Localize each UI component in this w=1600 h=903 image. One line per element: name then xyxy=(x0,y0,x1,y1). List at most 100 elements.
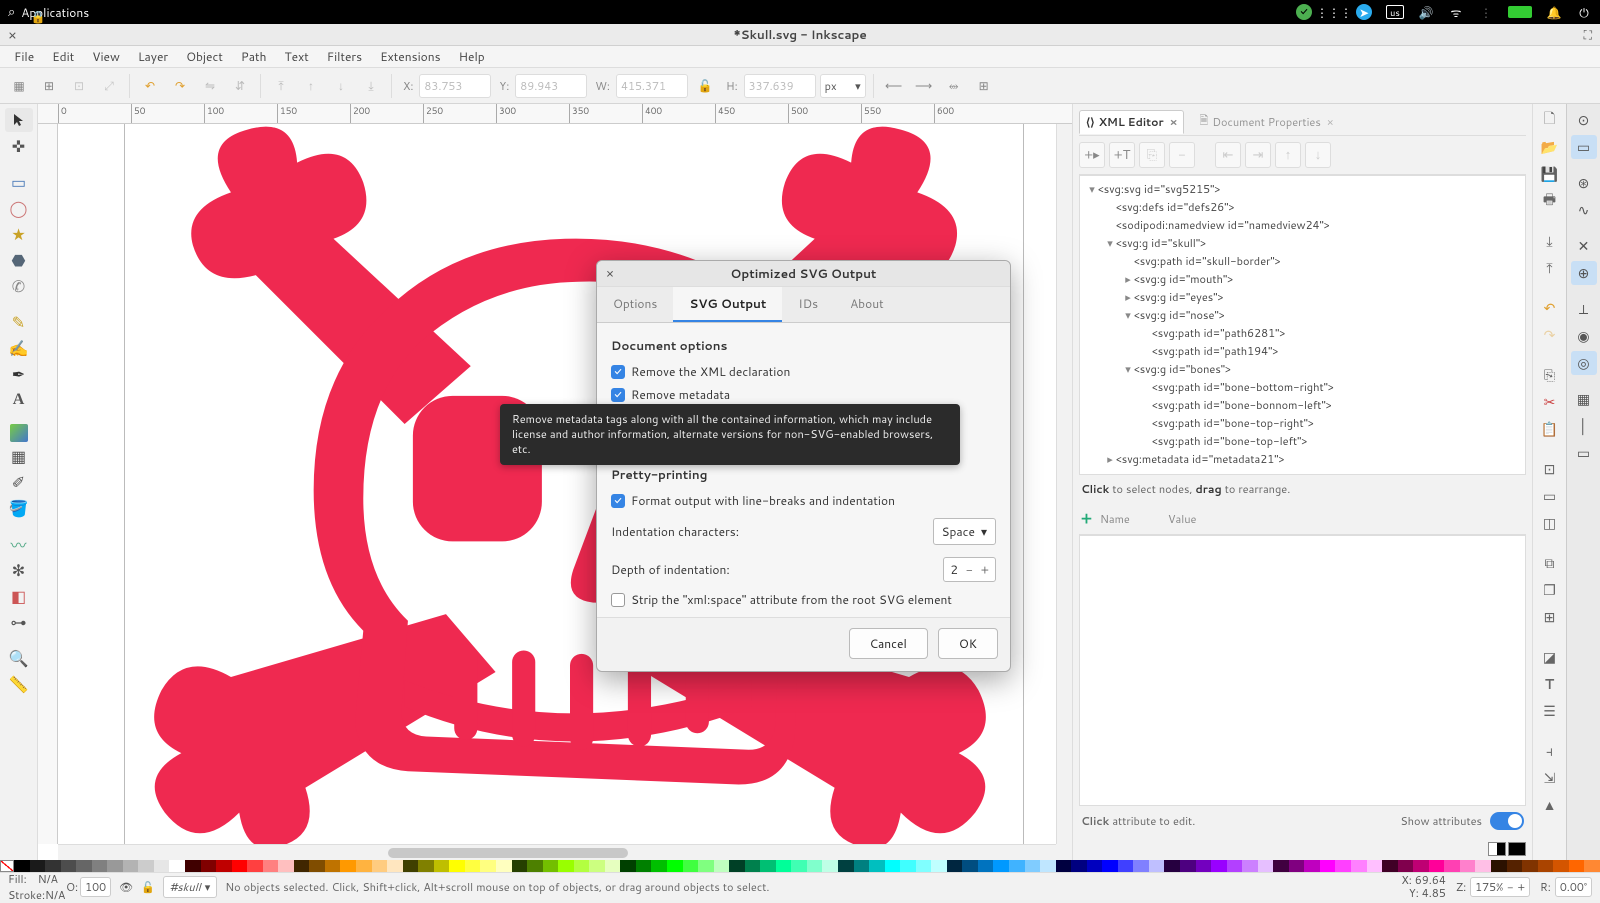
move-down-button[interactable]: ↓ xyxy=(1305,142,1331,168)
zoom-page-icon[interactable]: ▭ xyxy=(1537,484,1563,508)
color-swatch[interactable] xyxy=(1475,860,1491,872)
cancel-button[interactable]: Cancel xyxy=(849,628,928,659)
tab-document-properties[interactable]: 🗎 Document Properties × xyxy=(1192,108,1340,135)
lock-aspect-icon[interactable]: 🔓 xyxy=(692,73,718,99)
color-swatch[interactable] xyxy=(1351,860,1367,872)
tab-xml-editor[interactable]: ⟨⟩ XML Editor × xyxy=(1079,110,1184,134)
color-swatch[interactable] xyxy=(1382,860,1398,872)
color-swatch[interactable] xyxy=(1507,860,1523,872)
color-swatch[interactable] xyxy=(745,860,761,872)
mesh-tool[interactable]: ▦ xyxy=(5,444,33,468)
affect-1-icon[interactable]: ⟵ xyxy=(881,73,907,99)
color-swatch[interactable] xyxy=(1460,860,1476,872)
remove-xml-checkbox[interactable] xyxy=(611,365,625,379)
xml-node-row[interactable]: <svg:path id="bone-bottom-right"> xyxy=(1080,378,1525,396)
unit-select[interactable]: px▾ xyxy=(820,74,866,98)
unindent-node-button[interactable]: ⇤ xyxy=(1215,142,1241,168)
dropper-tool[interactable]: ✐ xyxy=(5,470,33,494)
calligraphy-tool[interactable]: ✒ xyxy=(5,362,33,386)
color-swatch[interactable] xyxy=(340,860,356,872)
color-swatch[interactable] xyxy=(1444,860,1460,872)
window-maximize-button[interactable]: ⛶ xyxy=(1576,26,1600,43)
affect-3-icon[interactable]: ⥈ xyxy=(941,73,967,99)
tree-arrow-icon[interactable]: ▾ xyxy=(1086,181,1098,197)
rotation-input[interactable]: 0.00° xyxy=(1555,877,1592,897)
color-swatch[interactable] xyxy=(465,860,481,872)
tree-arrow-icon[interactable]: ▸ xyxy=(1122,271,1134,287)
indentation-chars-select[interactable]: Space▾ xyxy=(933,518,997,545)
color-swatch[interactable] xyxy=(683,860,699,872)
color-swatch[interactable] xyxy=(1413,860,1429,872)
snap-page-icon[interactable]: ▭ xyxy=(1571,441,1597,465)
color-swatch[interactable] xyxy=(403,860,419,872)
color-swatch[interactable] xyxy=(480,860,496,872)
color-swatch[interactable] xyxy=(325,860,341,872)
star-tool[interactable]: ★ xyxy=(5,222,33,246)
view-full-icon[interactable] xyxy=(1508,842,1526,856)
xml-node-row[interactable]: <svg:path id="path194"> xyxy=(1080,342,1525,360)
color-swatch[interactable] xyxy=(916,860,932,872)
color-swatch[interactable] xyxy=(169,860,185,872)
color-swatch[interactable] xyxy=(263,860,279,872)
pencil-tool[interactable]: ✎ xyxy=(5,310,33,334)
color-swatch[interactable] xyxy=(1056,860,1072,872)
color-swatch[interactable] xyxy=(1367,860,1383,872)
raise-icon[interactable]: ↑ xyxy=(298,73,324,99)
xml-tree[interactable]: ▾<svg:svg id="svg5215"><svg:defs id="def… xyxy=(1079,175,1526,475)
volume-icon[interactable]: 🔊 xyxy=(1418,4,1434,20)
measure-tool[interactable]: 📏 xyxy=(5,672,33,696)
color-swatch[interactable] xyxy=(449,860,465,872)
color-swatch[interactable] xyxy=(931,860,947,872)
close-icon[interactable]: × xyxy=(1327,114,1334,130)
color-swatch[interactable] xyxy=(574,860,590,872)
tab-options[interactable]: Options xyxy=(597,287,673,322)
strip-xmlspace-checkbox[interactable] xyxy=(611,593,625,607)
xml-node-row[interactable]: ▾<svg:svg id="svg5215"> xyxy=(1080,180,1525,198)
color-swatch[interactable] xyxy=(201,860,217,872)
eraser-tool[interactable]: ◧ xyxy=(5,584,33,608)
open-icon[interactable]: 📂 xyxy=(1537,135,1563,159)
color-swatch[interactable] xyxy=(589,860,605,872)
show-attributes-toggle[interactable] xyxy=(1490,812,1524,830)
color-swatch[interactable] xyxy=(760,860,776,872)
tab-ids[interactable]: IDs xyxy=(782,287,834,322)
menu-extensions[interactable]: Extensions xyxy=(372,46,449,67)
menu-edit[interactable]: Edit xyxy=(44,46,82,67)
color-swatch[interactable] xyxy=(962,860,978,872)
menu-filters[interactable]: Filters xyxy=(319,46,370,67)
prop-up-icon[interactable]: ▲ xyxy=(1537,793,1563,817)
grid-icon[interactable]: ⋮⋮⋮ xyxy=(1326,4,1342,20)
redo-icon[interactable]: ↷ xyxy=(1537,323,1563,347)
tree-arrow-icon[interactable]: ▾ xyxy=(1122,361,1134,377)
color-swatch[interactable] xyxy=(1118,860,1134,872)
lower-icon[interactable]: ↓ xyxy=(328,73,354,99)
attribute-list[interactable] xyxy=(1079,535,1526,806)
color-swatch[interactable] xyxy=(1009,860,1025,872)
color-swatch[interactable] xyxy=(636,860,652,872)
group-icon[interactable]: ⊞ xyxy=(1537,605,1563,629)
toolbar-btn-3[interactable]: ⊡ xyxy=(66,73,92,99)
xml-node-row[interactable]: ▾<svg:g id="nose"> xyxy=(1080,306,1525,324)
color-swatch[interactable] xyxy=(278,860,294,872)
color-swatch[interactable] xyxy=(651,860,667,872)
menu-view[interactable]: View xyxy=(84,46,128,67)
spiral-tool[interactable]: ✆ xyxy=(5,274,33,298)
connector-tool[interactable]: ⊶ xyxy=(5,610,33,634)
xml-node-row[interactable]: <svg:path id="skull-border"> xyxy=(1080,252,1525,270)
snap-enable-icon[interactable]: ⊙ xyxy=(1571,108,1597,132)
fill-stroke-icon[interactable]: ◪ xyxy=(1537,645,1563,669)
xml-node-row[interactable]: <svg:path id="bone-bonnom-left"> xyxy=(1080,396,1525,414)
text-props-icon[interactable]: T xyxy=(1537,672,1563,696)
menu-path[interactable]: Path xyxy=(233,46,275,67)
color-swatch[interactable] xyxy=(294,860,310,872)
toolbar-btn-1[interactable]: ▦ xyxy=(6,73,32,99)
color-swatch[interactable] xyxy=(947,860,963,872)
copy-icon[interactable]: ⎘ xyxy=(1537,363,1563,387)
color-swatch[interactable] xyxy=(387,860,403,872)
xml-node-row[interactable]: ▾<svg:g id="skull"> xyxy=(1080,234,1525,252)
xml-node-row[interactable]: <svg:defs id="defs26"> xyxy=(1080,198,1525,216)
color-swatch[interactable] xyxy=(620,860,636,872)
undo-icon[interactable]: ↶ xyxy=(1537,296,1563,320)
status-ok-icon[interactable]: ✓ xyxy=(1296,4,1312,20)
color-swatch[interactable] xyxy=(1164,860,1180,872)
